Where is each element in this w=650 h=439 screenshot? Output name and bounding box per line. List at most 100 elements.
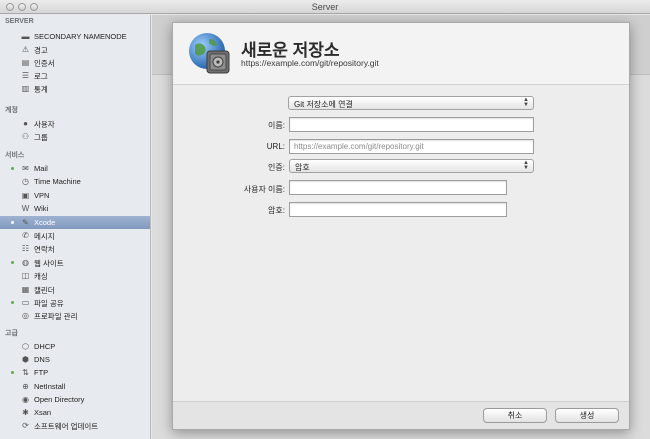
sidebar-item-label: SECONDARY NAMENODE <box>34 32 127 41</box>
service-active-dot <box>11 260 14 264</box>
sidebar-item-label: Mail <box>34 164 48 173</box>
sidebar: SERVER 계정 서비스 고급 ▬ SECONDARY NAMENODE ⚠ 경고 ▤… <box>0 15 151 439</box>
sidebar-item[interactable]: ▬ SECONDARY NAMENODE <box>0 30 150 43</box>
username-field[interactable] <box>289 180 507 195</box>
sidebar-header-services: 서비스 <box>5 152 25 159</box>
calendar-icon: ▦ <box>21 284 30 294</box>
sidebar-item-label: Xcode <box>34 217 56 227</box>
sidebar-item[interactable]: ▣ VPN <box>0 189 150 202</box>
file-sharing-icon: ▭ <box>21 298 30 307</box>
sheet-header: 새로운 저장소 https://example.com/git/reposito… <box>173 23 629 85</box>
profile-manager-icon: ◎ <box>22 311 29 321</box>
sheet-subtitle: https://example.com/git/repository.git <box>241 58 379 68</box>
create-button[interactable]: 생성 <box>555 408 619 423</box>
sidebar-item[interactable]: ◫ 캐싱 <box>0 269 150 282</box>
sidebar-item[interactable]: ⬡ DHCP <box>0 340 150 353</box>
sidebar-item[interactable]: ⇅ FTP <box>0 366 150 379</box>
sidebar-item-label: 연락처 <box>34 245 55 255</box>
sidebar-item[interactable]: W Wiki <box>0 202 150 215</box>
sidebar-item-label: 웹 사이트 <box>34 258 64 268</box>
sidebar-item[interactable]: ✆ 메시지 <box>0 229 150 242</box>
repository-action-popup[interactable]: Git 저장소에 연결 ▲ ▼ <box>288 96 534 110</box>
service-active-dot <box>11 167 14 170</box>
sidebar-item-label: 그룹 <box>34 133 48 142</box>
url-label: URL: <box>266 142 285 151</box>
user-icon: ● <box>23 119 28 128</box>
sidebar-item-label: VPN <box>34 190 50 200</box>
wiki-icon: W <box>21 204 30 214</box>
certificates-icon: ▤ <box>21 58 30 67</box>
logs-icon: ☰ <box>21 71 30 80</box>
new-repository-sheet: 새로운 저장소 https://example.com/git/reposito… <box>172 22 630 430</box>
messages-icon: ✆ <box>22 231 29 240</box>
cancel-button[interactable]: 취소 <box>483 408 547 423</box>
websites-icon: ◍ <box>22 257 29 267</box>
sheet-footer: 취소 생성 <box>173 401 629 429</box>
mail-icon: ✉ <box>22 164 29 173</box>
sidebar-item[interactable]: ▥ 통계 <box>0 82 150 95</box>
url-field[interactable] <box>289 139 534 154</box>
sidebar-item-label: 로그 <box>34 72 48 81</box>
window-title: Server <box>311 2 339 12</box>
xsan-icon: ✱ <box>22 408 29 417</box>
sidebar-item-label: FTP <box>34 368 49 378</box>
sidebar-item[interactable]: ⚇ 그룹 <box>0 130 150 143</box>
vpn-icon: ▣ <box>21 190 30 200</box>
sidebar-item-label: DHCP <box>34 342 56 351</box>
sidebar-item[interactable]: ⟳ 소프트웨어 업데이트 <box>0 419 150 432</box>
xcode-icon: ✎ <box>22 217 29 227</box>
sidebar-item[interactable]: ▤ 인증서 <box>0 56 150 69</box>
ftp-icon: ⇅ <box>22 368 29 378</box>
sidebar-item-label: 통계 <box>34 85 48 94</box>
sidebar-item-label: DNS <box>34 355 50 365</box>
sidebar-item-label: 경고 <box>34 46 48 55</box>
caching-icon: ◫ <box>21 271 30 281</box>
sidebar-item[interactable]: ✱ Xsan <box>0 406 150 419</box>
sidebar-item[interactable]: ▭ 파일 공유 <box>0 296 150 309</box>
dns-icon: ⬢ <box>22 355 29 365</box>
stats-icon: ▥ <box>21 84 30 93</box>
sidebar-item-label: Open Directory <box>34 394 85 404</box>
sidebar-item[interactable]: ◎ 프로파일 관리 <box>0 309 150 322</box>
sidebar-item[interactable]: ● 사용자 <box>0 117 150 130</box>
group-icon: ⚇ <box>21 132 30 141</box>
sidebar-item-label: Xsan <box>34 408 52 417</box>
sidebar-item-label: 캐싱 <box>34 272 48 282</box>
sidebar-item[interactable]: ☰ 로그 <box>0 69 150 82</box>
sidebar-header-accounts: 계정 <box>5 107 18 114</box>
sidebar-header-advanced: 고급 <box>5 330 18 337</box>
repository-safe-icon <box>189 33 230 74</box>
sidebar-item-label: 인증서 <box>34 59 55 68</box>
sidebar-item[interactable]: ✎ Xcode <box>0 215 150 229</box>
sidebar-item-label: 캘린더 <box>34 285 55 295</box>
password-field[interactable] <box>289 202 507 217</box>
sidebar-item-label: 사용자 <box>34 120 55 129</box>
sidebar-item-label: Wiki <box>34 204 49 214</box>
sidebar-item[interactable]: ⚠ 경고 <box>0 43 150 56</box>
auth-value: 암호 <box>295 163 310 172</box>
sidebar-item[interactable]: ☷ 연락처 <box>0 242 150 255</box>
sidebar-item[interactable]: ◍ 웹 사이트 <box>0 256 150 269</box>
name-label: 이름: <box>268 121 285 130</box>
sidebar-item[interactable]: ◷ Time Machine <box>0 175 150 188</box>
popup-arrows-icon: ▲ ▼ <box>523 160 529 171</box>
dhcp-icon: ⬡ <box>22 342 29 351</box>
username-label: 사용자 이름: <box>243 185 285 194</box>
sidebar-item[interactable]: ▦ 캘린더 <box>0 283 150 296</box>
name-field[interactable] <box>289 117 534 132</box>
sidebar-item[interactable]: ⬢ DNS <box>0 353 150 366</box>
server-icon: ▬ <box>21 32 30 41</box>
service-active-dot <box>11 301 14 304</box>
sidebar-header-server: SERVER <box>5 18 34 25</box>
title-bar: Server <box>0 0 650 14</box>
sidebar-item-label: 소프트웨어 업데이트 <box>34 422 99 432</box>
service-active-dot <box>11 220 14 224</box>
contacts-icon: ☷ <box>21 244 30 254</box>
software-update-icon: ⟳ <box>22 421 29 431</box>
sidebar-item[interactable]: ⊕ NetInstall <box>0 380 150 393</box>
sidebar-item[interactable]: ✉ Mail <box>0 162 150 175</box>
sidebar-item-label: Time Machine <box>34 177 81 187</box>
netinstall-icon: ⊕ <box>22 381 29 391</box>
auth-popup[interactable]: 암호 ▲ ▼ <box>289 159 534 173</box>
sidebar-item[interactable]: ◉ Open Directory <box>0 393 150 406</box>
